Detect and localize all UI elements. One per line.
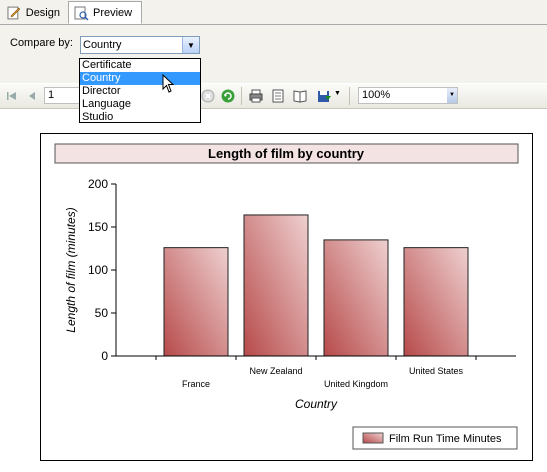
previous-page-icon[interactable]	[24, 88, 40, 104]
stop-icon[interactable]	[200, 88, 216, 104]
bar-chart: Length of film by country 0 50 100 150 200 F…	[54, 143, 519, 450]
y-tick-label: 50	[95, 306, 109, 320]
x-tick-label: New Zealand	[249, 366, 302, 376]
x-axis-label: Country	[295, 397, 338, 411]
tab-preview-label: Preview	[93, 6, 133, 19]
compare-by-dropdown[interactable]: Certificate Country Director Language Studio	[79, 58, 201, 123]
x-tick-label: United States	[409, 366, 464, 376]
y-tick-label: 0	[101, 349, 108, 363]
chevron-down-icon[interactable]: ▼	[447, 88, 457, 103]
mouse-cursor-icon	[162, 74, 175, 93]
bar	[243, 214, 309, 357]
refresh-icon[interactable]	[220, 88, 236, 104]
dropdown-option[interactable]: Director	[80, 85, 200, 98]
chevron-down-icon[interactable]: ▼	[182, 37, 199, 53]
toolbar-separator	[241, 87, 242, 105]
bar	[403, 247, 469, 357]
dropdown-option[interactable]: Studio	[80, 111, 200, 124]
first-page-icon[interactable]	[4, 88, 20, 104]
tab-preview[interactable]: Preview	[68, 1, 142, 24]
print-layout-icon[interactable]	[270, 88, 286, 104]
page-number-input[interactable]: 1	[44, 87, 80, 104]
tab-design-label: Design	[25, 6, 60, 19]
page-setup-icon[interactable]	[292, 88, 308, 104]
legend: Film Run Time Minutes	[352, 426, 518, 450]
export-icon[interactable]	[316, 88, 332, 104]
print-icon[interactable]	[248, 88, 264, 104]
zoom-value: 100%	[362, 89, 391, 101]
bar	[163, 247, 229, 357]
x-tick-label: United Kingdom	[324, 379, 388, 389]
y-tick-label: 150	[88, 220, 108, 234]
dropdown-option[interactable]: Certificate	[80, 59, 200, 72]
tab-design[interactable]: Design	[2, 2, 66, 23]
dropdown-option[interactable]: Language	[80, 98, 200, 111]
zoom-select[interactable]: 100% ▼	[358, 87, 458, 104]
compare-by-value: Country	[83, 39, 122, 51]
y-tick-label: 100	[88, 263, 108, 277]
chart-title: Length of film by country	[208, 146, 365, 161]
dropdown-option[interactable]: Country	[80, 72, 200, 85]
x-tick-label: France	[182, 379, 210, 389]
design-icon	[7, 6, 21, 19]
compare-by-select[interactable]: Country ▼	[80, 36, 200, 54]
tab-bar: Design Preview	[0, 0, 547, 25]
y-tick-label: 200	[88, 177, 108, 191]
toolbar-separator	[349, 87, 350, 105]
report-page: Length of film by country 0 50 100 150 200 F…	[40, 133, 533, 461]
legend-label: Film Run Time Minutes	[389, 433, 502, 445]
preview-icon	[74, 6, 89, 21]
y-axis-label: Length of film (minutes)	[64, 207, 78, 332]
compare-by-label: Compare by:	[10, 37, 73, 49]
export-dropdown-icon[interactable]: ▼	[334, 90, 341, 97]
bar	[323, 239, 389, 357]
legend-swatch	[362, 432, 384, 444]
